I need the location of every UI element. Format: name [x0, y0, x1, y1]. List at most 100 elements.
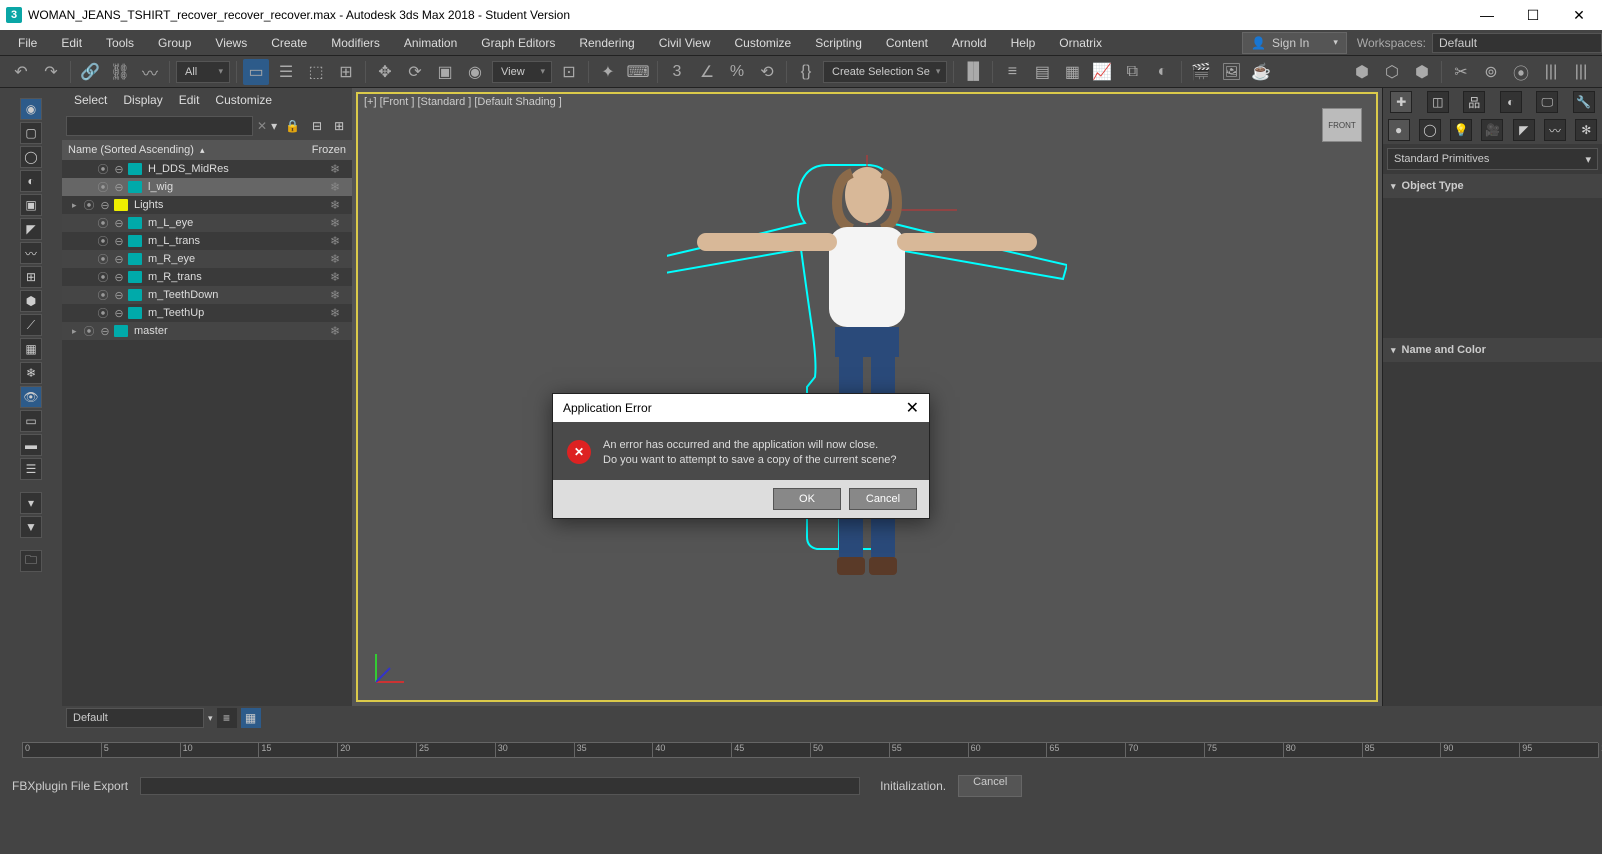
utilities-tab[interactable]: 🔧 — [1573, 91, 1595, 113]
curve-editor-button[interactable]: 📈 — [1089, 59, 1115, 85]
select-object-button[interactable]: ▭ — [243, 59, 269, 85]
close-button[interactable]: ✕ — [1556, 0, 1602, 30]
display-bone-icon[interactable]: ⟋ — [20, 314, 42, 336]
geometry-icon[interactable]: ● — [1388, 119, 1410, 141]
render-setup-button[interactable]: 🎬 — [1188, 59, 1214, 85]
undo-button[interactable]: ↶ — [8, 59, 34, 85]
cameras-icon[interactable]: 🎥 — [1481, 119, 1503, 141]
placement-button[interactable]: ◉ — [462, 59, 488, 85]
row-a-icon[interactable]: ▭ — [20, 410, 42, 432]
folder-icon[interactable]: 🗀 — [20, 550, 42, 572]
keyboard-button[interactable]: ⌨ — [625, 59, 651, 85]
listener-input[interactable] — [140, 777, 860, 795]
display-frozen-icon[interactable]: ❄ — [20, 362, 42, 384]
menu-create[interactable]: Create — [259, 30, 319, 56]
display-shapes-icon[interactable]: ◯ — [20, 146, 42, 168]
menu-customize[interactable]: Customize — [723, 30, 804, 56]
create-tab[interactable]: ✚ — [1390, 91, 1412, 113]
modify-tab[interactable]: ◫ — [1427, 91, 1449, 113]
dialog-cancel-button[interactable]: Cancel — [849, 488, 917, 510]
scene-list-header[interactable]: Name (Sorted Ascending)▴ Frozen — [62, 140, 352, 160]
scene-search-input[interactable] — [66, 116, 253, 136]
layer-button[interactable]: ▤ — [1029, 59, 1055, 85]
link-button[interactable]: 🔗 — [77, 59, 103, 85]
align-button[interactable]: ≡ — [999, 59, 1025, 85]
systems-icon[interactable]: ✻ — [1575, 119, 1597, 141]
manipulate-button[interactable]: ✦ — [595, 59, 621, 85]
tab-edit[interactable]: Edit — [179, 93, 200, 107]
scene-item-h_dds_midres[interactable]: ⦿⊖H_DDS_MidRes❄ — [62, 160, 352, 178]
select-name-button[interactable]: ☰ — [273, 59, 299, 85]
ox-3-button[interactable]: ⦿ — [1508, 59, 1534, 85]
menu-modifiers[interactable]: Modifiers — [319, 30, 392, 56]
scene-item-master[interactable]: ▸⦿⊖master❄ — [62, 322, 352, 340]
ornatrix-c-button[interactable]: ⬢ — [1409, 59, 1435, 85]
mirror-button[interactable]: ▐▌ — [960, 59, 986, 85]
menu-views[interactable]: Views — [203, 30, 259, 56]
minimize-button[interactable]: — — [1464, 0, 1510, 30]
tab-customize[interactable]: Customize — [215, 93, 272, 107]
menu-help[interactable]: Help — [999, 30, 1048, 56]
ox-5-button[interactable]: ||| — [1568, 59, 1594, 85]
display-hidden-icon[interactable]: 👁 — [20, 386, 42, 408]
selection-filter[interactable]: All — [176, 61, 230, 83]
viewcube[interactable]: FRONT — [1322, 108, 1362, 142]
spinner-snap-button[interactable]: ⟲ — [754, 59, 780, 85]
scene-item-m_r_trans[interactable]: ⦿⊖m_R_trans❄ — [62, 268, 352, 286]
clear-search-icon[interactable]: ✕ — [257, 119, 267, 133]
display-tab[interactable]: 🖵 — [1536, 91, 1558, 113]
workspace-dropdown[interactable]: Default — [1432, 33, 1602, 53]
display-helpers-icon[interactable]: ◤ — [20, 218, 42, 240]
sign-in-button[interactable]: 👤Sign In▾ — [1242, 32, 1347, 54]
lights-icon[interactable]: 💡 — [1450, 119, 1472, 141]
spacewarps-icon[interactable]: 〰 — [1544, 119, 1566, 141]
redo-button[interactable]: ↷ — [38, 59, 64, 85]
layer-manager-icon[interactable]: ≡ — [217, 708, 237, 728]
filter-a-icon[interactable]: ▾ — [20, 492, 42, 514]
ornatrix-b-button[interactable]: ⬡ — [1379, 59, 1405, 85]
ornatrix-a-button[interactable]: ⬢ — [1349, 59, 1375, 85]
display-all-icon[interactable]: ◉ — [20, 98, 42, 120]
scene-item-lights[interactable]: ▸⦿⊖Lights❄ — [62, 196, 352, 214]
display-groups-icon[interactable]: ⊞ — [20, 266, 42, 288]
display-lights-icon[interactable]: ◐ — [20, 170, 42, 192]
name-color-rollout[interactable]: Name and Color — [1383, 338, 1602, 362]
bind-button[interactable]: 〰 — [137, 59, 163, 85]
display-spacewarps-icon[interactable]: 〰 — [20, 242, 42, 264]
menu-arnold[interactable]: Arnold — [940, 30, 999, 56]
menu-edit[interactable]: Edit — [49, 30, 94, 56]
ox-1-button[interactable]: ✂ — [1448, 59, 1474, 85]
menu-civil-view[interactable]: Civil View — [647, 30, 723, 56]
scene-item-m_r_eye[interactable]: ⦿⊖m_R_eye❄ — [62, 250, 352, 268]
window-crossing-button[interactable]: ⊞ — [333, 59, 359, 85]
time-ruler[interactable]: 0510152025303540455055606570758085909510… — [22, 742, 1598, 758]
tab-display[interactable]: Display — [123, 93, 162, 107]
ribbon-button[interactable]: ▦ — [1059, 59, 1085, 85]
display-geometry-icon[interactable]: ▢ — [20, 122, 42, 144]
named-selset-dropdown[interactable]: Create Selection Se — [823, 61, 947, 83]
dialog-close-icon[interactable]: ✕ — [906, 398, 919, 418]
row-b-icon[interactable]: ▬ — [20, 434, 42, 456]
row-c-icon[interactable]: ☰ — [20, 458, 42, 480]
menu-group[interactable]: Group — [146, 30, 203, 56]
display-cameras-icon[interactable]: ▣ — [20, 194, 42, 216]
menu-scripting[interactable]: Scripting — [803, 30, 874, 56]
scene-item-m_l_eye[interactable]: ⦿⊖m_L_eye❄ — [62, 214, 352, 232]
tab-select[interactable]: Select — [74, 93, 107, 107]
scene-item-m_l_trans[interactable]: ⦿⊖m_L_trans❄ — [62, 232, 352, 250]
material-editor-button[interactable]: ◐ — [1149, 59, 1175, 85]
menu-rendering[interactable]: Rendering — [567, 30, 646, 56]
expand-icon[interactable]: ⊞ — [330, 119, 348, 133]
select-rect-button[interactable]: ⬚ — [303, 59, 329, 85]
menu-file[interactable]: File — [6, 30, 49, 56]
menu-graph-editors[interactable]: Graph Editors — [469, 30, 567, 56]
shapes-icon[interactable]: ◯ — [1419, 119, 1441, 141]
edit-selset-button[interactable]: {} — [793, 59, 819, 85]
maximize-button[interactable]: ☐ — [1510, 0, 1556, 30]
percent-snap-button[interactable]: % — [724, 59, 750, 85]
helpers-icon[interactable]: ◤ — [1513, 119, 1535, 141]
scene-item-l_wig[interactable]: ⦿⊖l_wig❄ — [62, 178, 352, 196]
category-dropdown[interactable]: Standard Primitives — [1387, 148, 1598, 170]
scene-item-m_teethup[interactable]: ⦿⊖m_TeethUp❄ — [62, 304, 352, 322]
scale-button[interactable]: ▣ — [432, 59, 458, 85]
